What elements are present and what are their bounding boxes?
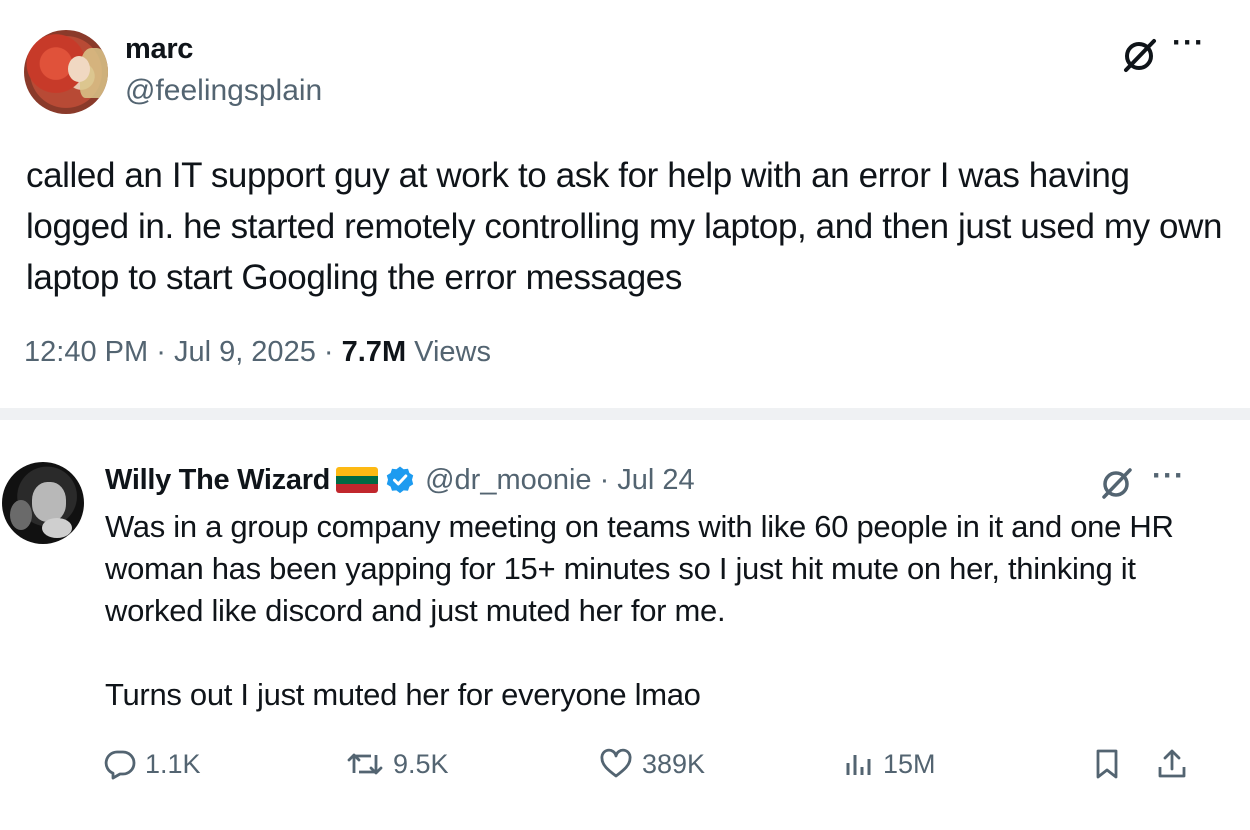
avatar-shape [10, 500, 32, 530]
repost-count: 9.5K [393, 748, 449, 779]
main-tweet[interactable]: marc @feelingsplain ··· called an IT sup… [0, 0, 1250, 408]
tweet-time[interactable]: 12:40 PM [24, 336, 148, 368]
reply-text: Was in a group company meeting on teams … [105, 506, 1215, 716]
views-label[interactable]: Views [414, 336, 491, 368]
reply-header: Willy The Wizard @dr_moonie · Jul 24 [105, 462, 695, 498]
reply-author-handle[interactable]: @dr_moonie [425, 464, 591, 497]
views-button[interactable]: 15M [843, 740, 936, 788]
more-icon[interactable]: ··· [1152, 459, 1185, 493]
avatar-face [68, 56, 90, 82]
header-separator: · [599, 463, 610, 496]
meta-separator: · [156, 336, 166, 368]
reply-action-bar: 1.1K 9.5K 389K 15M [0, 740, 1250, 788]
reply-avatar[interactable] [2, 462, 84, 544]
reply-date[interactable]: Jul 24 [617, 464, 694, 497]
analytics-icon [846, 755, 871, 775]
share-button[interactable] [1155, 740, 1189, 788]
reply-count: 1.1K [145, 748, 201, 779]
reply-button[interactable]: 1.1K [103, 740, 201, 788]
reply-paragraph: Was in a group company meeting on teams … [105, 509, 1174, 628]
avatar-shape [32, 482, 66, 522]
tweet-thread-screenshot: marc @feelingsplain ··· called an IT sup… [0, 0, 1250, 830]
tweet-date[interactable]: Jul 9, 2025 [174, 336, 316, 368]
more-icon[interactable]: ··· [1172, 26, 1205, 60]
divider [0, 408, 1250, 420]
avatar-shape [42, 518, 72, 538]
reply-author-name[interactable]: Willy The Wizard [105, 464, 330, 497]
bookmark-icon [1096, 749, 1118, 779]
tweet-text: called an IT support guy at work to ask … [26, 156, 1223, 297]
tweet-meta: 12:40 PM · Jul 9, 2025 · 7.7M Views [24, 336, 491, 369]
like-count: 389K [642, 748, 706, 779]
heart-icon [600, 748, 632, 778]
verified-badge-icon[interactable] [385, 465, 415, 495]
reply-paragraph: Turns out I just muted her for everyone … [105, 677, 701, 712]
lithuania-flag-icon [336, 467, 379, 493]
views-count: 15M [883, 748, 936, 779]
grok-icon[interactable] [1097, 465, 1137, 501]
author-handle[interactable]: @feelingsplain [125, 74, 322, 108]
share-icon [1158, 749, 1186, 778]
like-button[interactable]: 389K [598, 740, 705, 788]
repost-button[interactable]: 9.5K [345, 740, 449, 788]
meta-separator: · [323, 336, 334, 368]
bookmark-button[interactable] [1092, 740, 1122, 788]
avatar[interactable] [24, 30, 108, 114]
views-count[interactable]: 7.7M [342, 336, 406, 368]
author-name[interactable]: marc [125, 33, 193, 66]
repost-icon [347, 753, 383, 775]
reply-icon [104, 750, 136, 780]
grok-icon[interactable] [1120, 36, 1160, 74]
